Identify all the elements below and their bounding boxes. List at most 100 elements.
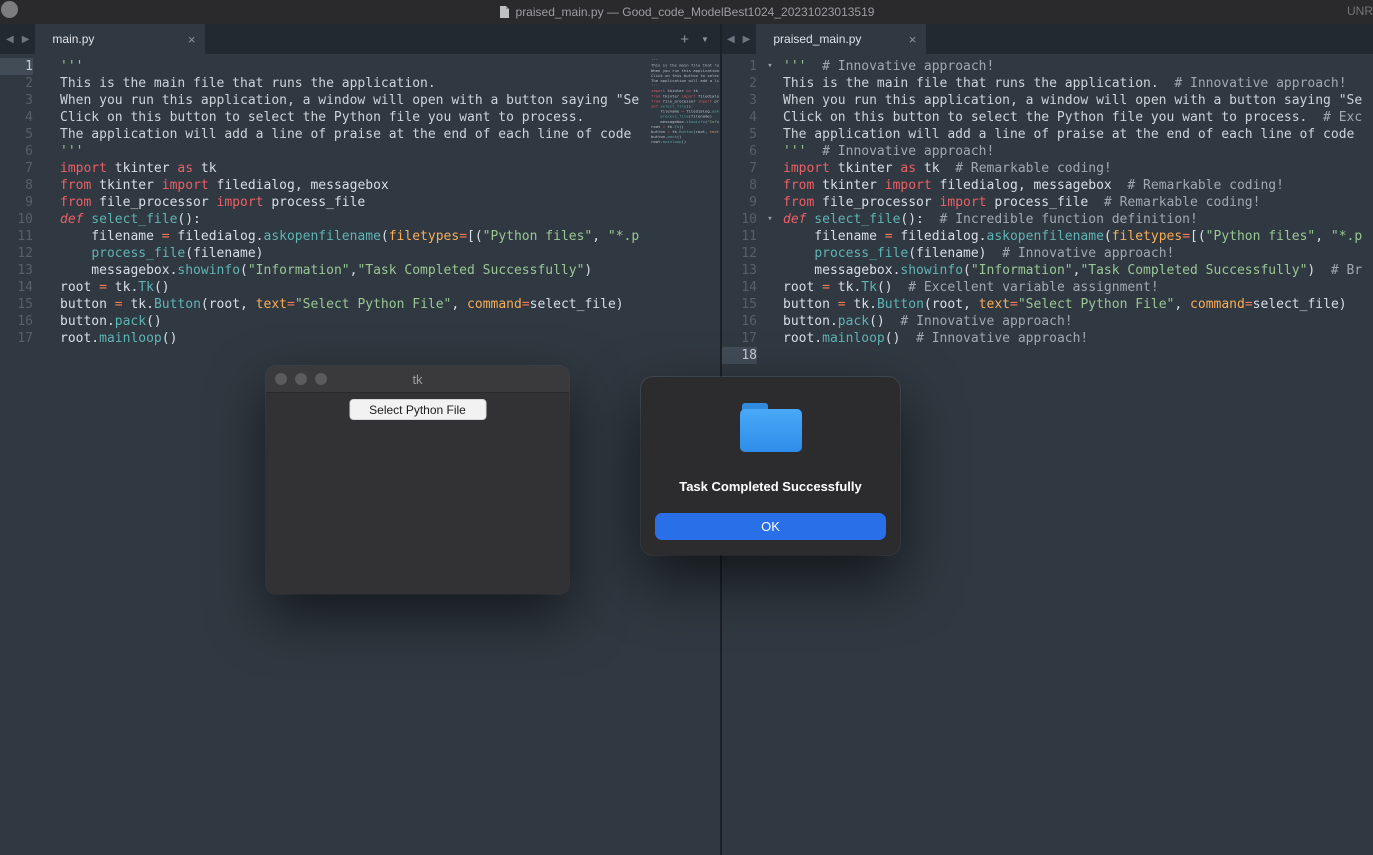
forward-arrow-icon[interactable]: ▶	[743, 34, 751, 45]
fold-spacer	[757, 245, 783, 262]
line-number: 1	[0, 58, 33, 75]
fold-spacer	[33, 160, 60, 177]
code-text: root = tk.Tk() # Excellent variable assi…	[783, 279, 1373, 296]
code-text: from file_processor import process_file …	[783, 194, 1373, 211]
fold-spacer	[33, 75, 60, 92]
back-arrow-icon[interactable]: ◀	[6, 34, 14, 45]
fold-spacer	[757, 143, 783, 160]
code-text: ''' # Innovative approach!	[783, 143, 1373, 160]
fold-arrow-icon[interactable]: ▾	[757, 211, 783, 228]
code-line[interactable]: 16 button.pack() # Innovative approach!	[722, 313, 1373, 330]
code-line[interactable]: 3When you run this application, a window…	[0, 92, 651, 109]
code-line[interactable]: 2This is the main file that runs the app…	[722, 75, 1373, 92]
tk-window-body: Select Python File	[266, 393, 569, 593]
code-line[interactable]: 10def select_file():	[0, 211, 651, 228]
left-tab-group: ◀ ▶ main.py × + ▼	[0, 24, 719, 54]
code-line[interactable]: 13 messagebox.showinfo("Information","Ta…	[722, 262, 1373, 279]
line-number: 8	[722, 177, 757, 194]
traffic-light-button[interactable]	[1, 1, 18, 18]
tk-title-bar[interactable]: tk	[266, 366, 569, 393]
code-text: '''	[60, 143, 651, 160]
code-line[interactable]: 14root = tk.Tk() # Excellent variable as…	[722, 279, 1373, 296]
code-line[interactable]: 6''' # Innovative approach!	[722, 143, 1373, 160]
line-number: 4	[722, 109, 757, 126]
line-number: 16	[0, 313, 33, 330]
fold-spacer	[33, 143, 60, 160]
minimap[interactable]: '''This is the main file that runs the a…	[651, 58, 719, 150]
line-number: 7	[0, 160, 33, 177]
code-line[interactable]: 17root.mainloop() # Innovative approach!	[722, 330, 1373, 347]
line-number: 15	[0, 296, 33, 313]
editor-window: praised_main.py — Good_code_ModelBest102…	[0, 0, 1373, 855]
right-tab-group: ◀ ▶ praised_main.py ×	[721, 24, 1373, 54]
code-line[interactable]: 5The application will add a line of prai…	[722, 126, 1373, 143]
line-number: 5	[722, 126, 757, 143]
code-text: Click on this button to select the Pytho…	[783, 109, 1373, 126]
code-line[interactable]: 1'''	[0, 58, 651, 75]
fold-spacer	[757, 296, 783, 313]
line-number: 12	[0, 245, 33, 262]
new-tab-icon[interactable]: +	[680, 31, 689, 48]
back-arrow-icon[interactable]: ◀	[727, 34, 735, 45]
code-text: root.mainloop()	[60, 330, 651, 347]
fold-arrow-icon[interactable]: ▾	[757, 58, 783, 75]
code-text: This is the main file that runs the appl…	[60, 75, 651, 92]
fold-spacer	[33, 177, 60, 194]
close-icon[interactable]: ×	[909, 32, 917, 47]
tab-main-py[interactable]: main.py ×	[35, 24, 205, 54]
line-number: 15	[722, 296, 757, 313]
code-line[interactable]: 8 from tkinter import filedialog, message…	[722, 177, 1373, 194]
code-text: button.pack() # Innovative approach!	[783, 313, 1373, 330]
close-icon[interactable]: ×	[188, 32, 196, 47]
code-line[interactable]: 9from file_processor import process_file	[0, 194, 651, 211]
tab-praised-main-py[interactable]: praised_main.py ×	[756, 24, 926, 54]
code-text: from tkinter import filedialog, messageb…	[783, 177, 1373, 194]
left-nav-arrows: ◀ ▶	[0, 24, 35, 54]
tk-window[interactable]: tk Select Python File	[266, 366, 569, 594]
code-line[interactable]: 12 process_file(filename)	[0, 245, 651, 262]
ok-button[interactable]: OK	[655, 513, 886, 540]
line-number: 9	[722, 194, 757, 211]
code-line[interactable]: 5The application will add a line of prai…	[0, 126, 651, 143]
code-line[interactable]: 15button = tk.Button(root, text="Select …	[722, 296, 1373, 313]
overflow-menu-icon[interactable]: ▼	[701, 35, 709, 44]
line-number: 3	[722, 92, 757, 109]
line-number: 13	[722, 262, 757, 279]
select-python-file-button[interactable]: Select Python File	[349, 399, 486, 420]
code-line[interactable]: 7import tkinter as tk	[0, 160, 651, 177]
code-line[interactable]: 15button = tk.Button(root, text="Select …	[0, 296, 651, 313]
fold-spacer	[33, 245, 60, 262]
code-line[interactable]: 11 filename = filedialog.askopenfilename…	[0, 228, 651, 245]
code-text: process_file(filename) # Innovative appr…	[783, 245, 1373, 262]
code-text: filename = filedialog.askopenfilename(fi…	[60, 228, 651, 245]
pane-divider	[720, 24, 722, 54]
code-line[interactable]: 13 messagebox.showinfo("Information","Ta…	[0, 262, 651, 279]
code-line[interactable]: 4 Click on this button to select the Pyth…	[722, 109, 1373, 126]
code-line[interactable]: 2This is the main file that runs the app…	[0, 75, 651, 92]
code-line[interactable]: 8from tkinter import filedialog, message…	[0, 177, 651, 194]
code-line[interactable]: 7import tkinter as tk # Remarkable codin…	[722, 160, 1373, 177]
code-line[interactable]: 17root.mainloop()	[0, 330, 651, 347]
line-number: 9	[0, 194, 33, 211]
code-line[interactable]: 12 process_file(filename) # Innovative a…	[722, 245, 1373, 262]
code-line[interactable]: 11 filename = filedialog.askopenfilename…	[722, 228, 1373, 245]
code-line[interactable]: 9 from file_processor import process_file…	[722, 194, 1373, 211]
line-number: 8	[0, 177, 33, 194]
code-text: messagebox.showinfo("Information","Task …	[60, 262, 651, 279]
code-line[interactable]: 16button.pack()	[0, 313, 651, 330]
fold-spacer	[757, 279, 783, 296]
forward-arrow-icon[interactable]: ▶	[22, 34, 30, 45]
right-nav-arrows: ◀ ▶	[721, 24, 756, 54]
fold-spacer	[33, 126, 60, 143]
fold-spacer	[757, 109, 783, 126]
code-line[interactable]: 6'''	[0, 143, 651, 160]
code-line[interactable]: 4Click on this button to select the Pyth…	[0, 109, 651, 126]
code-line[interactable]: 1▾''' # Innovative approach!	[722, 58, 1373, 75]
code-line[interactable]: 14root = tk.Tk()	[0, 279, 651, 296]
line-number: 16	[722, 313, 757, 330]
code-line[interactable]: 10▾def select_file(): # Incredible funct…	[722, 211, 1373, 228]
minimap-content: '''This is the main file that runs the a…	[651, 58, 719, 145]
code-line[interactable]: 3When you run this application, a window…	[722, 92, 1373, 109]
code-line[interactable]: 18	[722, 347, 1373, 364]
fold-spacer	[33, 296, 60, 313]
